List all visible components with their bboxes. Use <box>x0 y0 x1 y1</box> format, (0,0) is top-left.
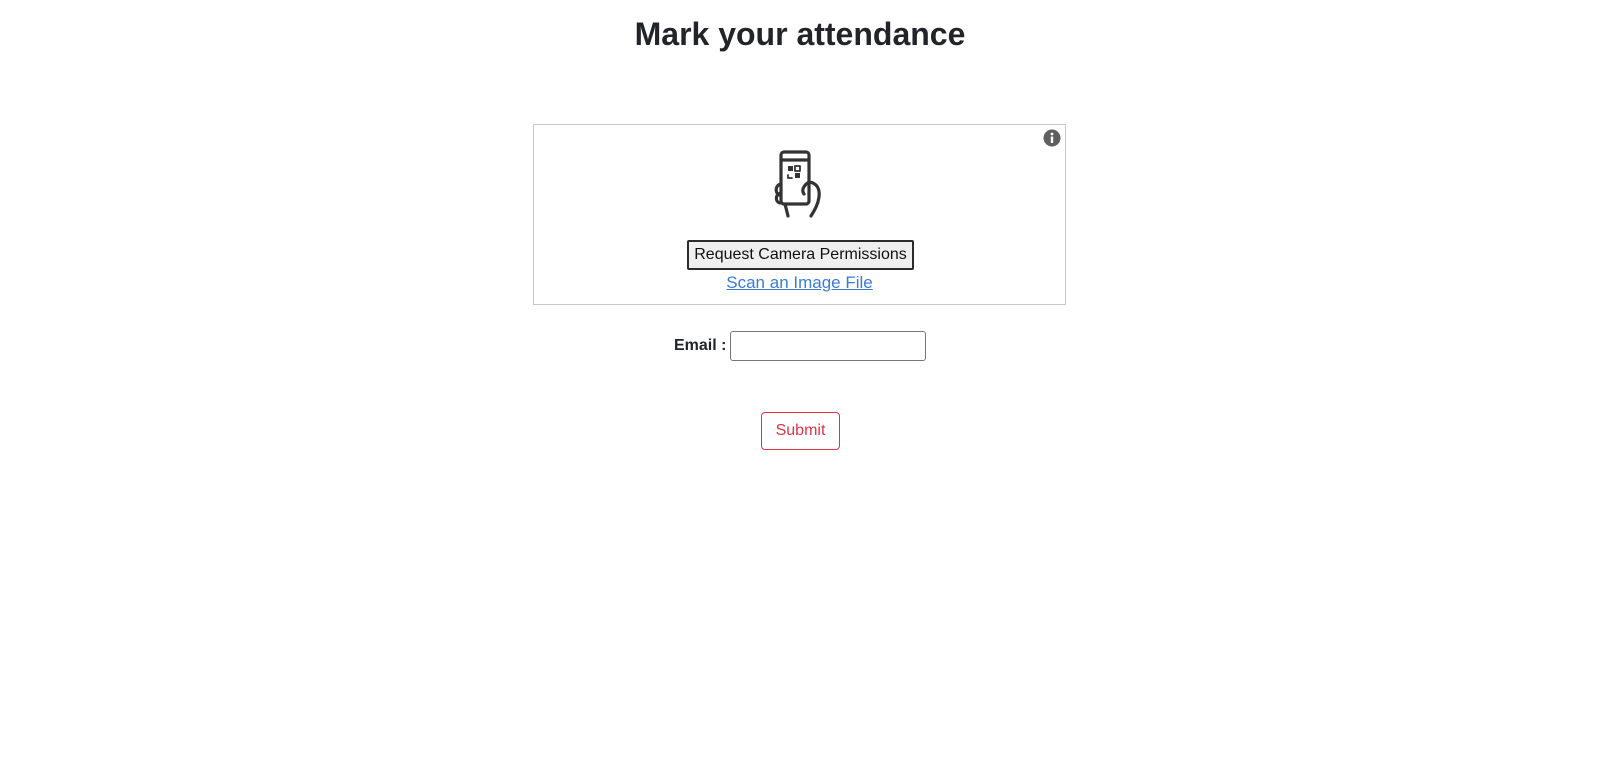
email-row: Email : <box>0 331 1600 361</box>
info-icon[interactable] <box>1043 129 1061 147</box>
submit-button[interactable]: Submit <box>761 412 840 450</box>
scan-image-file-link[interactable]: Scan an Image File <box>534 273 1065 293</box>
phone-qr-scan-icon <box>771 149 827 219</box>
page-title: Mark your attendance <box>634 16 966 52</box>
email-input[interactable] <box>730 331 926 361</box>
email-label: Email : <box>674 337 727 354</box>
request-camera-permissions-button[interactable]: Request Camera Permissions <box>687 240 914 270</box>
qr-scanner-panel: Request Camera Permissions Scan an Image… <box>533 124 1066 305</box>
